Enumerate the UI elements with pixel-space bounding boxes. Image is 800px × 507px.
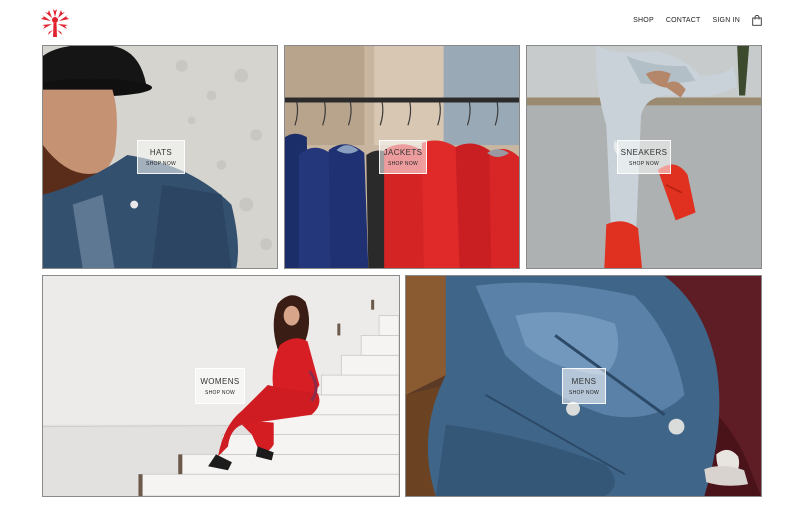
shopping-bag-icon[interactable] [752,15,762,26]
category-card-hats[interactable]: HATS SHOP NOW [42,45,278,269]
category-card-womens[interactable]: WOMENS SHOP NOW [42,275,400,497]
nav-sign-in-link[interactable]: SIGN IN [713,17,740,24]
jackets-shop-now-link[interactable]: SHOP NOW [388,161,418,167]
womens-title: WOMENS [200,376,240,386]
mens-shop-now-link[interactable]: SHOP NOW [569,390,599,396]
sneakers-title: SNEAKERS [620,147,668,157]
hats-shop-now-link[interactable]: SHOP NOW [146,161,176,167]
category-card-mens[interactable]: MENS SHOP NOW [405,275,762,497]
hats-title: HATS [149,147,173,157]
sneakers-shop-now-link[interactable]: SHOP NOW [629,161,659,167]
jackets-label[interactable]: JACKETS SHOP NOW [379,140,427,174]
category-card-jackets[interactable]: JACKETS SHOP NOW [284,45,520,269]
sneakers-label[interactable]: SNEAKERS SHOP NOW [617,140,671,174]
nav-shop-link[interactable]: SHOP [633,17,654,24]
womens-shop-now-link[interactable]: SHOP NOW [205,390,235,396]
nav-contact-link[interactable]: CONTACT [666,17,701,24]
tree-logo-icon[interactable] [38,6,72,40]
hats-label[interactable]: HATS SHOP NOW [137,140,185,174]
main-nav: SHOP CONTACT SIGN IN [633,15,762,26]
jackets-title: JACKETS [383,147,423,157]
mens-label[interactable]: MENS SHOP NOW [562,368,606,404]
site-header: SHOP CONTACT SIGN IN [0,0,800,44]
womens-label[interactable]: WOMENS SHOP NOW [195,368,245,404]
mens-title: MENS [571,376,597,386]
category-card-sneakers[interactable]: SNEAKERS SHOP NOW [526,45,762,269]
